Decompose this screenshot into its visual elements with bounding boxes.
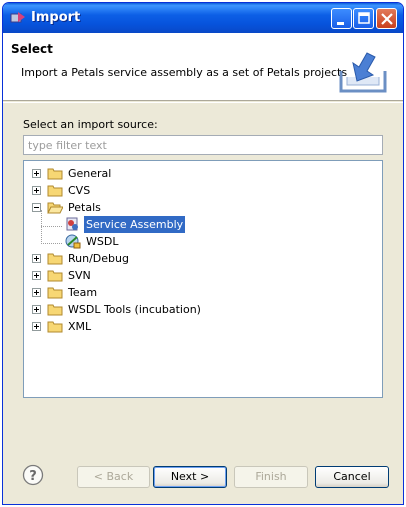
eclipse-import-icon — [10, 12, 25, 23]
tree-item-label: SVN — [68, 269, 91, 282]
help-icon[interactable]: ? — [22, 464, 44, 486]
tree-item-wsdl[interactable]: WSDL — [24, 233, 364, 250]
tree-item-label: Run/Debug — [68, 252, 129, 265]
close-button[interactable] — [376, 8, 397, 29]
tree-item-wsdl-tools[interactable]: WSDL Tools (incubation) — [24, 301, 364, 318]
expand-icon[interactable] — [32, 322, 41, 331]
maximize-button[interactable] — [353, 8, 374, 29]
wsdl-icon — [65, 234, 81, 249]
tree-item-xml[interactable]: XML — [24, 318, 364, 335]
folder-icon — [47, 185, 63, 197]
window-title: Import — [31, 10, 81, 25]
next-button[interactable]: Next > — [153, 466, 227, 488]
tree-item-label: WSDL Tools (incubation) — [68, 303, 201, 316]
tree-item-label: Service Assembly — [84, 216, 186, 233]
minimize-icon — [337, 22, 344, 25]
expand-icon[interactable] — [32, 186, 41, 195]
tree-item-general[interactable]: General — [24, 165, 364, 182]
filter-input[interactable] — [23, 135, 383, 155]
tree-item-label: WSDL — [86, 235, 119, 248]
cancel-button[interactable]: Cancel — [315, 466, 389, 488]
folder-icon — [47, 270, 63, 282]
import-wizard-banner-icon — [339, 52, 387, 93]
header-separator — [3, 102, 403, 103]
page-description: Import a Petals service assembly as a se… — [21, 66, 348, 79]
collapse-icon[interactable] — [32, 203, 41, 212]
tree-item-service-assembly[interactable]: Service Assembly — [24, 216, 364, 233]
title-bar[interactable]: Import — [3, 3, 403, 33]
import-source-label: Select an import source: — [23, 118, 158, 131]
tree-item-cvs[interactable]: CVS — [24, 182, 364, 199]
wizard-header: Select Import a Petals service assembly … — [3, 33, 403, 101]
tree-item-label: XML — [68, 320, 92, 333]
folder-icon — [47, 253, 63, 265]
tree-item-label: Team — [68, 286, 98, 299]
expand-icon[interactable] — [32, 169, 41, 178]
folder-icon — [47, 168, 63, 180]
tree-item-run-debug[interactable]: Run/Debug — [24, 250, 364, 267]
expand-icon[interactable] — [32, 254, 41, 263]
tree-item-svn[interactable]: SVN — [24, 267, 364, 284]
close-icon — [381, 13, 393, 25]
tree-item-label: Petals — [68, 201, 101, 214]
maximize-icon — [358, 12, 370, 24]
svg-text:?: ? — [29, 469, 37, 484]
finish-button[interactable]: Finish — [234, 466, 308, 488]
folder-icon — [47, 304, 63, 316]
folder-icon — [47, 287, 63, 299]
import-dialog: Import Select Import a Petals service as… — [2, 2, 404, 505]
minimize-button[interactable] — [331, 8, 352, 29]
expand-icon[interactable] — [32, 305, 41, 314]
back-button[interactable]: < Back — [77, 466, 150, 488]
page-title: Select — [11, 42, 53, 56]
tree-item-label: General — [68, 167, 112, 180]
tree-item-petals[interactable]: Petals — [24, 199, 364, 216]
tree-item-team[interactable]: Team — [24, 284, 364, 301]
folder-icon — [47, 321, 63, 333]
service-assembly-icon — [66, 217, 78, 231]
folder-open-icon — [47, 202, 63, 214]
expand-icon[interactable] — [32, 288, 41, 297]
import-source-tree[interactable]: General CVS Petals Service Assembly WSDL… — [23, 160, 383, 398]
expand-icon[interactable] — [32, 271, 41, 280]
tree-item-label: CVS — [68, 184, 91, 197]
